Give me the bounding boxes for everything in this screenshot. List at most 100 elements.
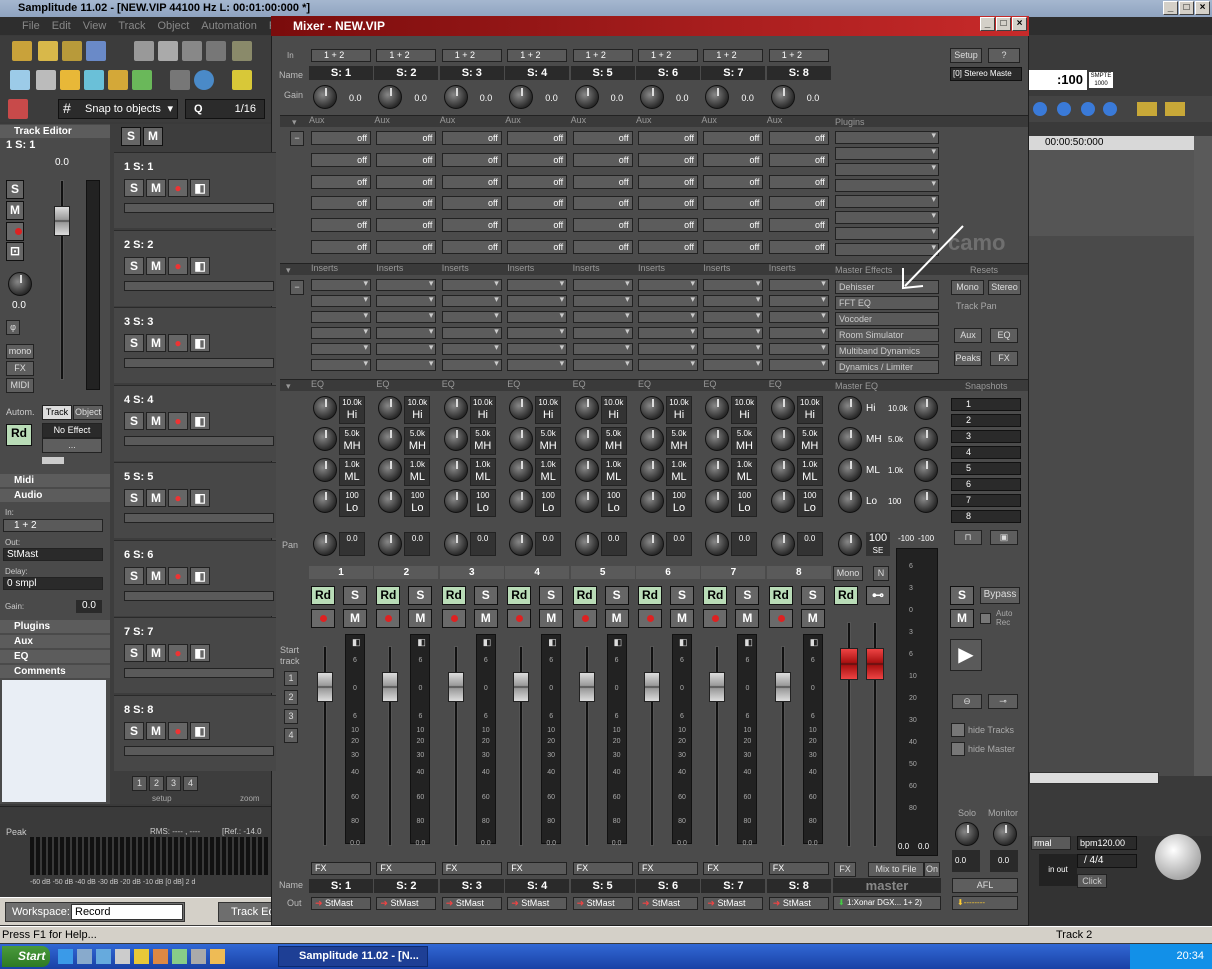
- mix-to-file-button[interactable]: Mix to File: [868, 862, 924, 877]
- master-effect-vocoder[interactable]: Vocoder: [835, 312, 939, 326]
- master-fader-right[interactable]: [866, 648, 884, 680]
- horizontal-scrollbar[interactable]: [1029, 772, 1159, 784]
- click-button[interactable]: Click: [1077, 874, 1107, 888]
- no-effect-select[interactable]: No Effect: [42, 423, 102, 438]
- insert-slot-6[interactable]: [311, 358, 371, 371]
- volume-fader[interactable]: [578, 672, 595, 702]
- eq-hi-knob[interactable]: [770, 396, 795, 420]
- master-mute-button[interactable]: M: [950, 609, 974, 628]
- track-volume-bar[interactable]: [124, 745, 274, 756]
- snapshot-6[interactable]: 6: [951, 478, 1021, 491]
- track-header[interactable]: 7 S: 7 S M ● ◧: [114, 617, 276, 693]
- maximize-icon[interactable]: □: [1179, 1, 1194, 15]
- aux-send-4[interactable]: off: [768, 196, 829, 211]
- aux-send-4[interactable]: off: [441, 196, 502, 211]
- gain-knob[interactable]: [443, 85, 468, 109]
- track-volume-bar[interactable]: [124, 668, 274, 678]
- hide-tracks-checkbox[interactable]: [951, 723, 965, 737]
- mix-icon[interactable]: [206, 41, 226, 61]
- folder-icon[interactable]: [62, 41, 82, 61]
- comments-box[interactable]: [2, 680, 106, 802]
- track-mute-button[interactable]: M: [146, 411, 166, 430]
- open-icon[interactable]: [38, 41, 58, 61]
- delay-field[interactable]: 0 smpl: [3, 577, 103, 590]
- solo-button[interactable]: S: [343, 586, 367, 605]
- scrub-icon[interactable]: [170, 70, 190, 90]
- record-button[interactable]: [376, 609, 401, 628]
- aux-collapse-button[interactable]: −: [290, 131, 304, 146]
- minimize-icon[interactable]: _: [1163, 1, 1178, 15]
- snapshot-1[interactable]: 1: [951, 398, 1021, 411]
- insert-slot-4[interactable]: [638, 326, 698, 339]
- zoom-fit-icon[interactable]: [1081, 102, 1095, 116]
- aux-send-2[interactable]: off: [703, 152, 764, 167]
- lr-icon[interactable]: [132, 70, 152, 90]
- aux-send-3[interactable]: off: [572, 174, 633, 189]
- tool-icon[interactable]: [191, 949, 206, 964]
- new-icon[interactable]: [12, 41, 32, 61]
- record-button[interactable]: [311, 609, 335, 628]
- eq-mh-knob[interactable]: [509, 427, 534, 451]
- reset-fx-button[interactable]: FX: [990, 351, 1018, 366]
- insert-slot-2[interactable]: [441, 294, 502, 307]
- track-speaker-icon[interactable]: ◧: [190, 334, 210, 352]
- aux-send-2[interactable]: off: [572, 152, 633, 167]
- track-speaker-icon[interactable]: ◧: [190, 256, 210, 275]
- effect-more-button[interactable]: ...: [42, 438, 102, 453]
- master-fx-button[interactable]: FX: [834, 862, 856, 877]
- magnet-icon[interactable]: [8, 99, 28, 119]
- track-record-button[interactable]: ●: [168, 334, 188, 352]
- track-record-button[interactable]: ●: [168, 644, 188, 662]
- master-effect-dynamics-limiter[interactable]: Dynamics / Limiter: [835, 360, 939, 374]
- eq-ml-knob[interactable]: [705, 458, 730, 482]
- aux-send-2[interactable]: off: [507, 152, 568, 167]
- eq-mh-knob[interactable]: [640, 427, 664, 451]
- pan-knob[interactable]: [770, 532, 795, 556]
- master-effect-room-simulator[interactable]: Room Simulator: [835, 328, 939, 342]
- master-plugin-slot-1[interactable]: [835, 130, 939, 144]
- start-track-button-3[interactable]: 3: [284, 709, 298, 724]
- global-mute-button[interactable]: M: [143, 127, 163, 146]
- master-fader-left[interactable]: [840, 648, 858, 680]
- aux-send-2[interactable]: off: [311, 152, 371, 167]
- mute-button[interactable]: M: [800, 609, 825, 628]
- aux-send-1[interactable]: off: [376, 131, 437, 145]
- close-icon[interactable]: ×: [1195, 1, 1210, 15]
- start-track-button-1[interactable]: 1: [284, 671, 298, 686]
- fx-button[interactable]: FX: [703, 862, 764, 875]
- track-record-button[interactable]: ●: [168, 489, 188, 507]
- solo-button[interactable]: S: [473, 586, 498, 605]
- bpm-field[interactable]: bpm120.00: [1077, 836, 1137, 850]
- range-icon[interactable]: [36, 70, 56, 90]
- track-speaker-icon[interactable]: ◧: [190, 721, 210, 740]
- output-select[interactable]: ➜ StMast: [507, 897, 568, 910]
- fx-button[interactable]: FX: [441, 862, 502, 875]
- track-header[interactable]: 8 S: 8 S M ● ◧: [114, 694, 276, 771]
- gain-knob[interactable]: [509, 85, 534, 109]
- insert-slot-2[interactable]: [768, 294, 829, 307]
- track-header[interactable]: 1 S: 1 S M ● ◧: [114, 152, 276, 228]
- menu-item-1[interactable]: Edit: [52, 20, 71, 32]
- insert-slot-2[interactable]: [572, 294, 633, 307]
- track-volume-bar[interactable]: [124, 280, 274, 291]
- volume-fader[interactable]: [317, 672, 333, 702]
- track-record-button[interactable]: ●: [168, 566, 188, 585]
- aux-send-6[interactable]: off: [768, 240, 829, 254]
- master-effect-multiband-dynamics[interactable]: Multiband Dynamics: [835, 344, 939, 358]
- input-select[interactable]: 1 + 2: [507, 49, 568, 62]
- insert-slot-1[interactable]: [572, 278, 633, 291]
- phase-icon[interactable]: φ: [6, 320, 20, 335]
- autom-object-tab[interactable]: Object: [73, 405, 103, 420]
- insert-slot-3[interactable]: [507, 310, 568, 323]
- track-header[interactable]: 3 S: 3 S M ● ◧: [114, 307, 276, 383]
- eq-ml-knob[interactable]: [509, 458, 534, 482]
- mono-button[interactable]: mono: [6, 344, 34, 359]
- aux-send-6[interactable]: off: [376, 240, 437, 254]
- aux-send-1[interactable]: off: [768, 131, 829, 145]
- aux-send-3[interactable]: off: [507, 174, 568, 189]
- global-solo-button[interactable]: S: [121, 127, 141, 146]
- track-record-button[interactable]: ●: [168, 256, 188, 275]
- track-speaker-icon[interactable]: ◧: [190, 489, 210, 507]
- insert-slot-3[interactable]: [703, 310, 764, 323]
- insert-slot-3[interactable]: [638, 310, 698, 323]
